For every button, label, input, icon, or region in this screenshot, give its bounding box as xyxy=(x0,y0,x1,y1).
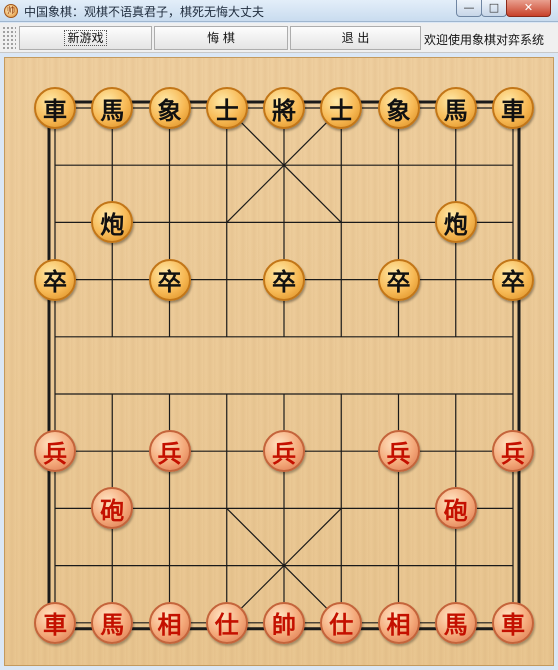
black-piece[interactable]: 車 xyxy=(34,87,76,129)
black-piece[interactable]: 將 xyxy=(263,87,305,129)
title-bar: 帅 中国象棋：观棋不语真君子，棋死无悔大丈夫 — □ ✕ xyxy=(0,0,558,22)
xiangqi-board[interactable]: 車馬象士將士象馬車炮炮卒卒卒卒卒兵兵兵兵兵砲砲車馬相仕帥仕相馬車 xyxy=(4,57,554,666)
black-piece[interactable]: 炮 xyxy=(434,201,477,244)
new-game-button[interactable]: 新游戏 xyxy=(19,26,152,50)
toolbar: 新游戏 悔 棋 退 出 欢迎使用象棋对弈系统 xyxy=(0,23,558,53)
red-piece[interactable]: 帥 xyxy=(263,601,305,644)
toolbar-grip-icon[interactable] xyxy=(2,26,16,50)
red-piece[interactable]: 車 xyxy=(492,601,534,644)
black-piece[interactable]: 馬 xyxy=(91,87,134,129)
red-piece[interactable]: 馬 xyxy=(434,601,477,644)
window-title: 中国象棋：观棋不语真君子，棋死无悔大丈夫 xyxy=(24,5,265,19)
black-piece[interactable]: 車 xyxy=(492,87,534,129)
red-piece[interactable]: 兵 xyxy=(492,430,534,473)
status-text: 欢迎使用象棋对弈系统 xyxy=(424,33,545,47)
black-piece[interactable]: 卒 xyxy=(34,258,76,301)
black-piece[interactable]: 士 xyxy=(205,87,248,129)
red-piece[interactable]: 砲 xyxy=(434,487,477,530)
close-button[interactable]: ✕ xyxy=(506,0,551,17)
quit-button[interactable]: 退 出 xyxy=(290,26,421,50)
black-piece[interactable]: 卒 xyxy=(148,258,191,301)
minimize-button[interactable]: — xyxy=(456,0,482,17)
black-piece[interactable]: 馬 xyxy=(434,87,477,129)
black-piece[interactable]: 卒 xyxy=(377,258,420,301)
xiangqi-app-icon[interactable]: 帅 xyxy=(4,4,18,18)
red-piece[interactable]: 相 xyxy=(148,601,191,644)
red-piece[interactable]: 兵 xyxy=(148,430,191,473)
black-piece[interactable]: 卒 xyxy=(263,258,305,301)
red-piece[interactable]: 車 xyxy=(34,601,76,644)
red-piece[interactable]: 仕 xyxy=(205,601,248,644)
maximize-button[interactable]: □ xyxy=(481,0,507,17)
undo-button[interactable]: 悔 棋 xyxy=(154,26,288,50)
red-piece[interactable]: 兵 xyxy=(34,430,76,473)
red-piece[interactable]: 仕 xyxy=(320,601,363,644)
red-piece[interactable]: 兵 xyxy=(377,430,420,473)
board-grid xyxy=(47,100,521,631)
black-piece[interactable]: 士 xyxy=(320,87,363,129)
red-piece[interactable]: 馬 xyxy=(91,601,134,644)
red-piece[interactable]: 兵 xyxy=(263,430,305,473)
black-piece[interactable]: 卒 xyxy=(492,258,534,301)
red-piece[interactable]: 相 xyxy=(377,601,420,644)
black-piece[interactable]: 象 xyxy=(148,87,191,129)
black-piece[interactable]: 象 xyxy=(377,87,420,129)
new-game-label: 新游戏 xyxy=(64,30,107,46)
